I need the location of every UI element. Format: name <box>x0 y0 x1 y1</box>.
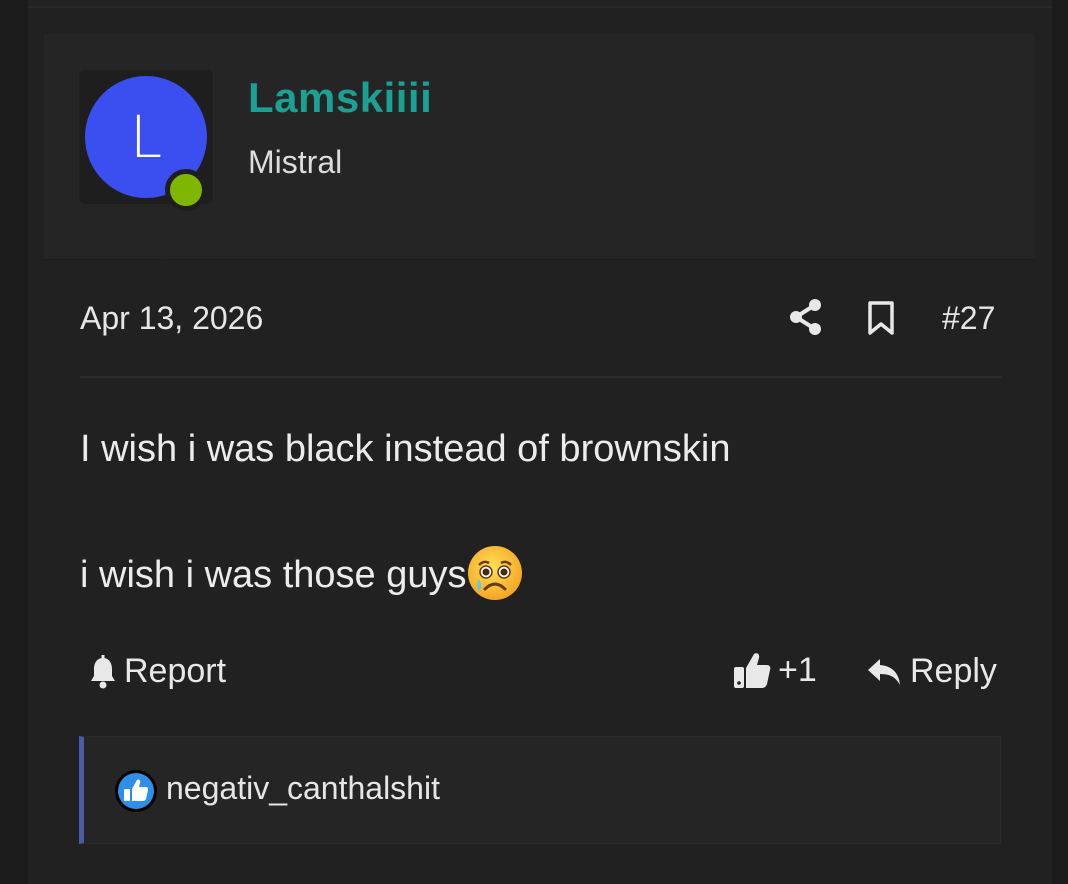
divider <box>80 376 1002 378</box>
username-link[interactable]: Lamskiiii <box>248 74 432 122</box>
reply-icon <box>868 658 900 685</box>
message-line-2: i wish i was those guys <box>80 554 467 596</box>
bell-icon <box>91 654 115 688</box>
post-date[interactable]: Apr 13, 2026 <box>80 300 263 337</box>
reactions-bar[interactable]: negativ_canthalshit <box>79 736 1001 844</box>
crying-sad-face-icon <box>467 546 522 600</box>
post-number-link[interactable]: #27 <box>942 300 995 337</box>
post-27: L Lamskiiii Mistral Apr 13, 2026 #27 I w… <box>28 8 1052 884</box>
reaction-username-link[interactable]: negativ_canthalshit <box>166 770 440 807</box>
like-icon <box>115 770 157 812</box>
reply-label: Reply <box>910 652 997 690</box>
message-line-2-wrap: i wish i was those guys <box>80 544 1000 606</box>
share-icon[interactable] <box>788 298 824 336</box>
report-label: Report <box>124 652 227 690</box>
thumbs-up-icon <box>734 653 771 688</box>
forum-page: L Lamskiiii Mistral Apr 13, 2026 #27 I w… <box>0 0 1068 884</box>
post-user-header: L Lamskiiii Mistral <box>44 34 1034 288</box>
message-line-1: I wish i was black instead of brownskin <box>80 428 731 470</box>
like-count: +1 <box>778 650 817 689</box>
online-status-indicator <box>165 169 207 211</box>
report-button[interactable]: Report <box>88 652 226 691</box>
user-title: Mistral <box>248 144 343 180</box>
post-message: I wish i was black instead of brownskin … <box>80 418 1000 606</box>
like-button[interactable]: +1 <box>732 650 817 690</box>
reply-button[interactable]: Reply <box>866 652 997 691</box>
avatar-container[interactable]: L <box>79 70 213 211</box>
header-notch <box>132 258 196 288</box>
bookmark-icon[interactable] <box>866 300 896 336</box>
previous-post-edge <box>28 0 1052 8</box>
